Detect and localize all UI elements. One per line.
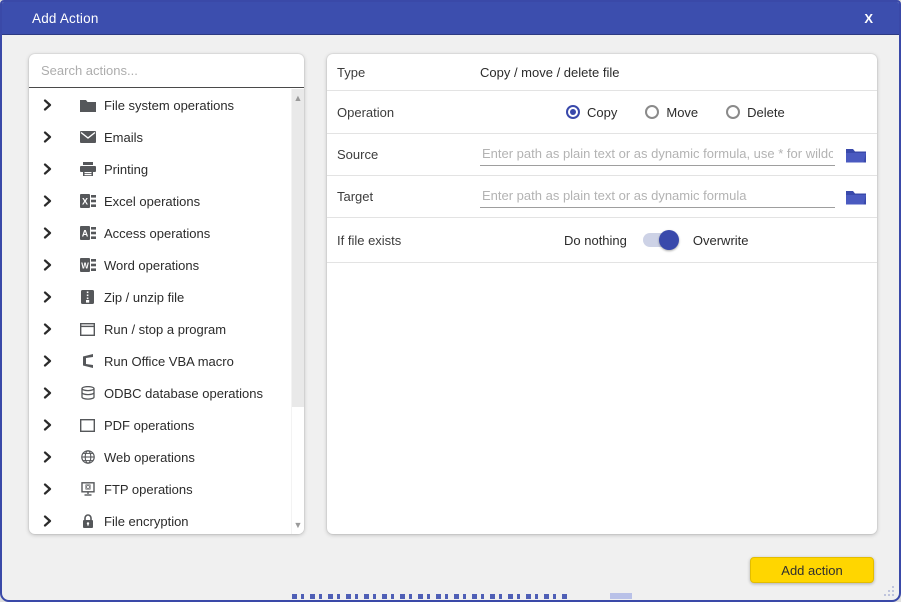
scrollbar[interactable]: ▲ ▼ (291, 89, 304, 534)
word-icon: W (79, 257, 96, 273)
access-icon: A (79, 225, 96, 241)
if-file-exists-row: If file exists Do nothing Overwrite (327, 218, 877, 263)
source-browse-folder-icon[interactable] (845, 146, 867, 164)
search-input[interactable] (29, 54, 304, 87)
radio-delete[interactable]: Delete (726, 105, 785, 120)
sidebar-item-ftp-operations[interactable]: FTP operations (29, 473, 291, 505)
radio-delete-icon (726, 105, 740, 119)
lock-icon (79, 513, 96, 529)
source-row: Source (327, 134, 877, 176)
sidebar-item-access-operations[interactable]: A Access operations (29, 217, 291, 249)
add-action-dialog: Add Action X File system operations Emai… (0, 0, 901, 602)
action-config-panel: Type Copy / move / delete file Operation… (327, 54, 877, 534)
printer-icon (79, 161, 96, 177)
sidebar-item-run-stop-a-program[interactable]: Run / stop a program (29, 313, 291, 345)
source-path-input[interactable] (480, 143, 835, 166)
sidebar-item-run-office-vba-macro[interactable]: Run Office VBA macro (29, 345, 291, 377)
sidebar-item-file-system-operations[interactable]: File system operations (29, 89, 291, 121)
chevron-right-icon (43, 259, 57, 271)
scroll-up-icon[interactable]: ▲ (292, 91, 304, 105)
envelope-icon (79, 129, 96, 145)
target-browse-folder-icon[interactable] (845, 188, 867, 206)
chevron-right-icon (43, 451, 57, 463)
chevron-right-icon (43, 227, 57, 239)
dialog-title: Add Action (32, 11, 99, 26)
source-label: Source (337, 147, 480, 162)
radio-move[interactable]: Move (645, 105, 698, 120)
target-label: Target (337, 189, 480, 204)
radio-move-icon (645, 105, 659, 119)
operation-row: Operation Copy Move Delete (327, 91, 877, 134)
window-icon (79, 321, 96, 337)
operation-label: Operation (337, 105, 480, 120)
background-window-text-peek (292, 594, 570, 599)
type-label: Type (337, 65, 480, 80)
if-file-exists-label: If file exists (337, 233, 480, 248)
chevron-right-icon (43, 323, 57, 335)
close-button[interactable]: X (858, 9, 879, 28)
folder-icon (79, 97, 96, 113)
chevron-right-icon (43, 291, 57, 303)
radio-copy-icon (566, 105, 580, 119)
zip-icon (79, 289, 96, 305)
radio-copy[interactable]: Copy (566, 105, 617, 120)
toggle-on-label: Overwrite (693, 233, 749, 248)
ftp-icon (79, 481, 96, 497)
resize-grip[interactable] (881, 583, 895, 597)
sidebar-item-zip-unzip-file[interactable]: Zip / unzip file (29, 281, 291, 313)
sidebar-item-printing[interactable]: Printing (29, 153, 291, 185)
background-window-highlight-peek (610, 593, 632, 599)
target-row: Target (327, 176, 877, 218)
chevron-right-icon (43, 99, 57, 111)
target-path-input[interactable] (480, 185, 835, 208)
chevron-right-icon (43, 387, 57, 399)
sidebar-item-web-operations[interactable]: Web operations (29, 441, 291, 473)
sidebar-item-pdf-operations[interactable]: PDF operations (29, 409, 291, 441)
add-action-button[interactable]: Add action (750, 557, 874, 583)
excel-icon: X (79, 193, 96, 209)
overwrite-toggle[interactable] (643, 233, 677, 247)
sidebar-item-odbc-database-operations[interactable]: ODBC database operations (29, 377, 291, 409)
svg-text:X: X (81, 197, 87, 207)
titlebar: Add Action X (2, 2, 899, 35)
database-icon (79, 385, 96, 401)
svg-text:W: W (81, 262, 89, 271)
svg-text:A: A (81, 229, 88, 239)
sidebar-item-emails[interactable]: Emails (29, 121, 291, 153)
toggle-off-label: Do nothing (564, 233, 627, 248)
actions-panel: File system operations Emails Printing X… (29, 54, 304, 534)
sidebar-item-file-encryption[interactable]: File encryption (29, 505, 291, 534)
scroll-down-icon[interactable]: ▼ (292, 518, 304, 532)
type-row: Type Copy / move / delete file (327, 54, 877, 91)
chevron-right-icon (43, 419, 57, 431)
chevron-right-icon (43, 355, 57, 367)
sidebar-item-excel-operations[interactable]: X Excel operations (29, 185, 291, 217)
scrollbar-thumb[interactable] (292, 89, 304, 407)
chevron-right-icon (43, 195, 57, 207)
office-icon (79, 353, 96, 369)
globe-icon (79, 449, 96, 465)
chevron-right-icon (43, 163, 57, 175)
operation-radio-group: Copy Move Delete (566, 105, 785, 120)
chevron-right-icon (43, 483, 57, 495)
action-category-list: File system operations Emails Printing X… (29, 89, 291, 534)
chevron-right-icon (43, 515, 57, 527)
search-bar (29, 54, 304, 88)
chevron-right-icon (43, 131, 57, 143)
pdf-icon (79, 417, 96, 433)
sidebar-item-word-operations[interactable]: W Word operations (29, 249, 291, 281)
type-value: Copy / move / delete file (480, 65, 867, 80)
